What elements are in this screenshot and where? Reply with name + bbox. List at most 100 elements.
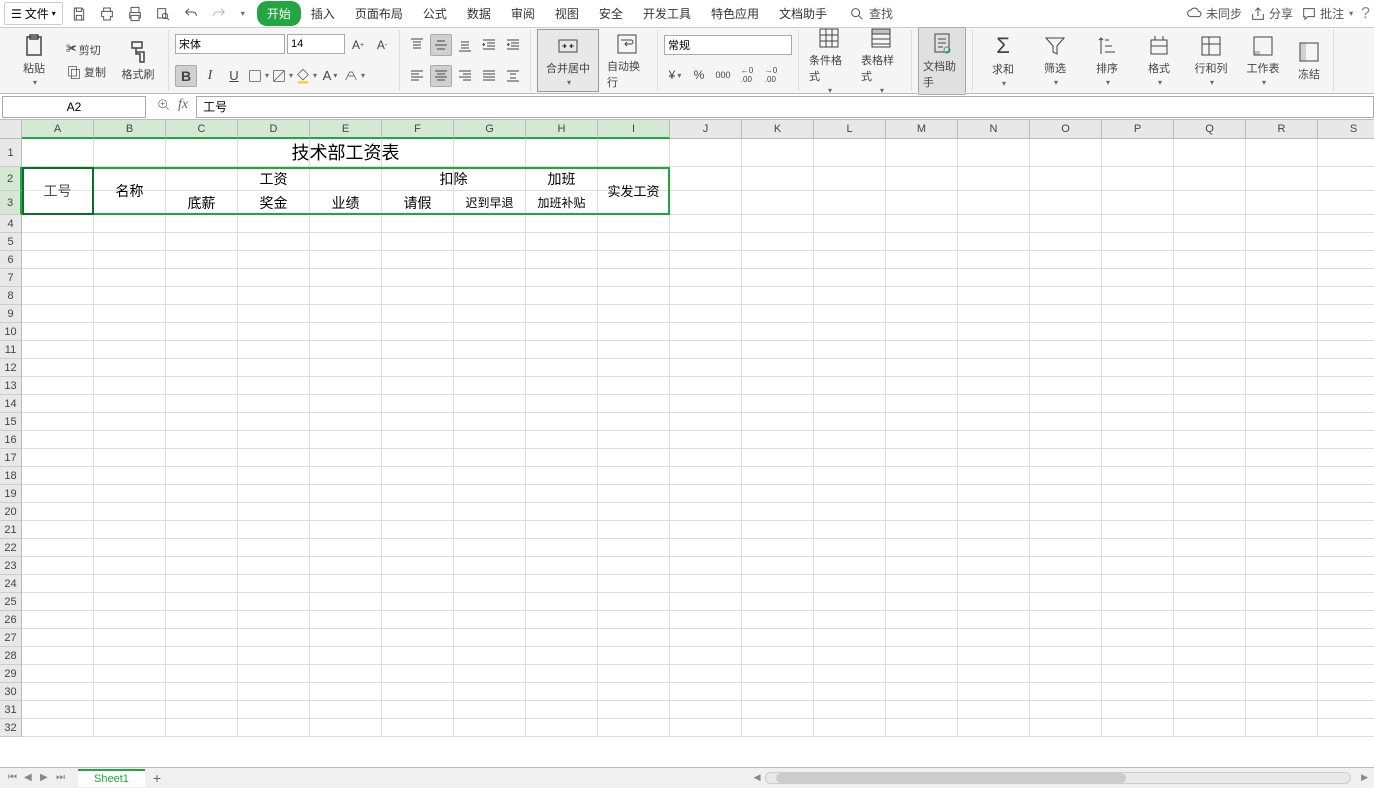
align-bottom-icon[interactable] (454, 34, 476, 56)
col-header-A[interactable]: A (22, 120, 94, 139)
number-format-select[interactable] (664, 35, 792, 55)
col-header-E[interactable]: E (310, 120, 382, 139)
wrap-text-button[interactable]: 自动换行 (603, 28, 651, 94)
tab-security[interactable]: 安全 (589, 1, 633, 26)
col-header-G[interactable]: G (454, 120, 526, 139)
formula-input[interactable] (196, 96, 1374, 118)
align-center-icon[interactable] (430, 65, 452, 87)
row-header-18[interactable]: 18 (0, 467, 22, 485)
row-header-31[interactable]: 31 (0, 701, 22, 719)
italic-button[interactable]: I (199, 65, 221, 87)
header-ot-allowance[interactable]: 加班补贴 (526, 191, 598, 215)
row-header-19[interactable]: 19 (0, 485, 22, 503)
col-header-K[interactable]: K (742, 120, 814, 139)
hscroll-left-icon[interactable]: ◀ (754, 772, 761, 783)
row-header-13[interactable]: 13 (0, 377, 22, 395)
menu-search[interactable]: 查找 (849, 5, 893, 22)
print-preview-icon[interactable] (95, 2, 119, 26)
tab-view[interactable]: 视图 (545, 1, 589, 26)
header-bonus[interactable]: 奖金 (238, 191, 310, 215)
col-header-I[interactable]: I (598, 120, 670, 139)
header-employee-id[interactable]: 工号 (22, 167, 94, 215)
row-header-16[interactable]: 16 (0, 431, 22, 449)
clear-format-button[interactable] (343, 65, 365, 87)
freeze-button[interactable]: 冻结 (1291, 36, 1327, 86)
currency-icon[interactable]: ¥ (664, 64, 686, 86)
row-header-25[interactable]: 25 (0, 593, 22, 611)
row-header-5[interactable]: 5 (0, 233, 22, 251)
hscroll-right-icon[interactable]: ▶ (1361, 772, 1368, 783)
row-header-14[interactable]: 14 (0, 395, 22, 413)
font-size-select[interactable] (287, 34, 345, 54)
row-header-30[interactable]: 30 (0, 683, 22, 701)
col-header-B[interactable]: B (94, 120, 166, 139)
font-color-button[interactable]: A (319, 65, 341, 87)
col-header-R[interactable]: R (1246, 120, 1318, 139)
align-left-icon[interactable] (406, 65, 428, 87)
col-header-Q[interactable]: Q (1174, 120, 1246, 139)
border-button[interactable] (247, 65, 269, 87)
find-icon[interactable] (151, 2, 175, 26)
tab-formula[interactable]: 公式 (413, 1, 457, 26)
row-header-22[interactable]: 22 (0, 539, 22, 557)
header-salary[interactable]: 工资 (166, 167, 382, 191)
row-header-20[interactable]: 20 (0, 503, 22, 521)
row-header-6[interactable]: 6 (0, 251, 22, 269)
cells-area[interactable] (22, 139, 1374, 737)
horizontal-scrollbar[interactable] (765, 772, 1352, 784)
share-button[interactable]: 分享 (1250, 5, 1293, 22)
header-base[interactable]: 底薪 (166, 191, 238, 215)
col-header-S[interactable]: S (1318, 120, 1374, 139)
save-icon[interactable] (67, 2, 91, 26)
col-header-C[interactable]: C (166, 120, 238, 139)
align-right-icon[interactable] (454, 65, 476, 87)
align-middle-icon[interactable] (430, 34, 452, 56)
tab-page-layout[interactable]: 页面布局 (345, 1, 413, 26)
table-style-button[interactable]: 表格样式 (857, 22, 905, 99)
format-painter-button[interactable]: 格式刷 (114, 36, 162, 86)
header-deduction[interactable]: 扣除 (382, 167, 526, 191)
decrease-indent-icon[interactable] (478, 34, 500, 56)
qat-dropdown[interactable] (235, 5, 249, 22)
col-header-F[interactable]: F (382, 120, 454, 139)
col-header-N[interactable]: N (958, 120, 1030, 139)
print-icon[interactable] (123, 2, 147, 26)
sheet-last-icon[interactable]: ⏭ (56, 772, 70, 783)
row-header-1[interactable]: 1 (0, 139, 22, 167)
row-header-11[interactable]: 11 (0, 341, 22, 359)
col-header-O[interactable]: O (1030, 120, 1102, 139)
doc-helper-button[interactable]: 文档助手 (918, 27, 966, 95)
row-header-4[interactable]: 4 (0, 215, 22, 233)
row-header-9[interactable]: 9 (0, 305, 22, 323)
sheet-prev-icon[interactable]: ◀ (24, 772, 38, 783)
row-header-27[interactable]: 27 (0, 629, 22, 647)
sum-button[interactable]: Σ求和 (979, 29, 1027, 92)
format-button[interactable]: 格式 (1135, 30, 1183, 91)
worksheet-button[interactable]: 工作表 (1239, 30, 1287, 91)
row-col-button[interactable]: 行和列 (1187, 30, 1235, 91)
row-header-10[interactable]: 10 (0, 323, 22, 341)
merge-center-button[interactable]: 合并居中 (537, 29, 599, 92)
align-top-icon[interactable] (406, 34, 428, 56)
tab-insert[interactable]: 插入 (301, 1, 345, 26)
cond-format-button[interactable]: 条件格式 (805, 22, 853, 99)
row-header-32[interactable]: 32 (0, 719, 22, 737)
row-header-2[interactable]: 2 (0, 167, 22, 191)
row-header-7[interactable]: 7 (0, 269, 22, 287)
increase-indent-icon[interactable] (502, 34, 524, 56)
col-header-D[interactable]: D (238, 120, 310, 139)
add-sheet-button[interactable]: + (145, 768, 169, 788)
filter-button[interactable]: 筛选 (1031, 30, 1079, 91)
comment-button[interactable]: 批注 (1301, 5, 1353, 22)
col-header-J[interactable]: J (670, 120, 742, 139)
col-header-M[interactable]: M (886, 120, 958, 139)
paste-button[interactable]: 粘贴 (10, 30, 58, 91)
row-header-24[interactable]: 24 (0, 575, 22, 593)
col-header-P[interactable]: P (1102, 120, 1174, 139)
file-menu[interactable]: ☰ 文件 ▾ (4, 2, 63, 25)
row-header-28[interactable]: 28 (0, 647, 22, 665)
row-header-21[interactable]: 21 (0, 521, 22, 539)
header-actual-pay[interactable]: 实发工资 (598, 167, 670, 215)
increase-decimal-icon[interactable]: ←0.00 (736, 64, 758, 86)
diagonal-border-button[interactable] (271, 65, 293, 87)
